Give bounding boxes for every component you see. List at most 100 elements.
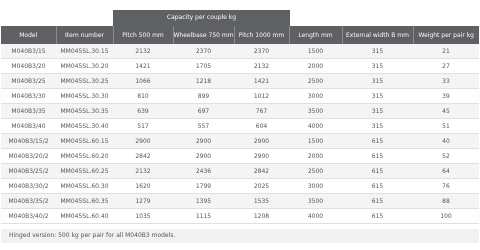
weight-cell: 76 — [413, 178, 479, 194]
weight-cell: 39 — [413, 88, 479, 104]
length-cell: 2000 — [289, 148, 342, 164]
length-cell: 1500 — [289, 44, 342, 59]
specification-table: Model Item number Pitch 500 mm Wheelbase… — [1, 26, 479, 224]
wheelbase-750-cell: 1705 — [173, 58, 234, 74]
length-cell: 3000 — [289, 88, 342, 104]
model-cell: M040B3/35 — [1, 103, 56, 119]
external-width-cell: 615 — [342, 178, 413, 194]
item-number-cell: MM045SL.30.40 — [56, 118, 113, 134]
model-cell: M040B3/30 — [1, 88, 56, 104]
pitch-1000-cell: 767 — [234, 103, 289, 119]
weight-cell: 27 — [413, 58, 479, 74]
weight-cell: 100 — [413, 208, 479, 224]
header-item-number: Item number — [55, 26, 113, 44]
pitch-500-cell: 2132 — [113, 44, 173, 59]
item-number-cell: MM045SL.30.30 — [56, 88, 113, 104]
model-cell: M040B3/20 — [1, 58, 56, 74]
pitch-1000-cell: 2842 — [234, 163, 289, 179]
weight-cell: 33 — [413, 73, 479, 89]
pitch-500-cell: 1421 — [113, 58, 173, 74]
weight-cell: 51 — [413, 118, 479, 134]
table-row: M040B3/25/2 MM045SL.60.25 2132 2436 2842 2500… — [1, 163, 479, 179]
item-number-cell: MM045SL.60.30 — [56, 178, 113, 194]
pitch-500-cell: 1035 — [113, 208, 173, 224]
wheelbase-750-cell: 1115 — [173, 208, 234, 224]
weight-cell: 52 — [413, 148, 479, 164]
external-width-cell: 615 — [342, 163, 413, 179]
pitch-1000-cell: 1535 — [234, 193, 289, 209]
item-number-cell: MM045SL.60.35 — [56, 193, 113, 209]
external-width-cell: 315 — [342, 118, 413, 134]
table-row: M040B3/40/2 MM045SL.60.40 1035 1115 1208 4000… — [1, 208, 479, 224]
length-cell: 3000 — [289, 178, 342, 194]
pitch-1000-cell: 604 — [234, 118, 289, 134]
item-number-cell: MM045SL.60.15 — [56, 133, 113, 149]
wheelbase-750-cell: 2436 — [173, 163, 234, 179]
external-width-cell: 315 — [342, 103, 413, 119]
header-pitch-500: Pitch 500 mm — [112, 26, 173, 44]
table-row: M040B3/35 MM045SL.30.35 639 697 767 3500 315 45 — [1, 103, 479, 119]
external-width-cell: 615 — [342, 148, 413, 164]
pitch-1000-cell: 2025 — [234, 178, 289, 194]
pitch-1000-cell: 2132 — [234, 58, 289, 74]
length-cell: 4000 — [289, 208, 342, 224]
item-number-cell: MM045SL.60.20 — [56, 148, 113, 164]
wheelbase-750-cell: 1395 — [173, 193, 234, 209]
length-cell: 3500 — [289, 193, 342, 209]
pitch-500-cell: 1279 — [113, 193, 173, 209]
pitch-500-cell: 1066 — [113, 73, 173, 89]
wheelbase-750-cell: 2370 — [173, 44, 234, 59]
spec-table-panel: Capacity per couple kg Model Item number… — [0, 0, 480, 250]
table-row: M040B3/35/2 MM045SL.60.35 1279 1395 1535 3500… — [1, 193, 479, 209]
header-weight: Weight per pair kg — [412, 26, 479, 44]
weight-cell: 88 — [413, 193, 479, 209]
wheelbase-750-cell: 697 — [173, 103, 234, 119]
table-body: M040B3/15 MM045SL.30.15 2132 2370 2370 1500 31… — [1, 44, 479, 224]
pitch-500-cell: 2842 — [113, 148, 173, 164]
length-cell: 1500 — [289, 133, 342, 149]
external-width-cell: 315 — [342, 44, 413, 59]
capacity-group-header: Capacity per couple kg — [113, 10, 290, 26]
pitch-1000-cell: 2900 — [234, 148, 289, 164]
pitch-1000-cell: 1421 — [234, 73, 289, 89]
model-cell: M040B3/15 — [1, 44, 56, 59]
item-number-cell: MM045SL.30.20 — [56, 58, 113, 74]
pitch-1000-cell: 1012 — [234, 88, 289, 104]
model-cell: M040B3/40 — [1, 118, 56, 134]
external-width-cell: 315 — [342, 73, 413, 89]
wheelbase-750-cell: 1218 — [173, 73, 234, 89]
pitch-1000-cell: 1208 — [234, 208, 289, 224]
pitch-500-cell: 1620 — [113, 178, 173, 194]
wheelbase-750-cell: 899 — [173, 88, 234, 104]
weight-cell: 64 — [413, 163, 479, 179]
table-row: M040B3/30 MM045SL.30.30 810 899 1012 3000 315 3… — [1, 88, 479, 104]
pitch-1000-cell: 2370 — [234, 44, 289, 59]
length-cell: 4000 — [289, 118, 342, 134]
item-number-cell: MM045SL.30.25 — [56, 73, 113, 89]
model-cell: M040B3/20/2 — [1, 148, 56, 164]
external-width-cell: 615 — [342, 133, 413, 149]
item-number-cell: MM045SL.30.15 — [56, 44, 113, 59]
header-external-width: External width B mm — [341, 26, 413, 44]
table-row: M040B3/40 MM045SL.30.40 517 557 604 4000 315 51 — [1, 118, 479, 134]
model-cell: M040B3/30/2 — [1, 178, 56, 194]
weight-cell: 21 — [413, 44, 479, 59]
wheelbase-750-cell: 1799 — [173, 178, 234, 194]
pitch-500-cell: 2900 — [113, 133, 173, 149]
external-width-cell: 315 — [342, 88, 413, 104]
header-length: Length mm — [288, 26, 342, 44]
model-cell: M040B3/25/2 — [1, 163, 56, 179]
table-row: M040B3/30/2 MM045SL.60.30 1620 1799 2025 3000… — [1, 178, 479, 194]
table-row: M040B3/15 MM045SL.30.15 2132 2370 2370 1500 31… — [1, 44, 479, 59]
table-row: M040B3/20/2 MM045SL.60.20 2842 2900 2900 2000… — [1, 148, 479, 164]
length-cell: 2500 — [289, 73, 342, 89]
wheelbase-750-cell: 2900 — [173, 148, 234, 164]
footer-note: Hinged version: 500 kg per pair for all … — [1, 229, 479, 243]
pitch-1000-cell: 2900 — [234, 133, 289, 149]
table-header-row: Model Item number Pitch 500 mm Wheelbase… — [1, 26, 479, 44]
pitch-500-cell: 639 — [113, 103, 173, 119]
table-row: M040B3/25 MM045SL.30.25 1066 1218 1421 2500 31… — [1, 73, 479, 89]
external-width-cell: 615 — [342, 193, 413, 209]
length-cell: 3500 — [289, 103, 342, 119]
table-row: M040B3/20 MM045SL.30.20 1421 1705 2132 2000 31… — [1, 58, 479, 74]
